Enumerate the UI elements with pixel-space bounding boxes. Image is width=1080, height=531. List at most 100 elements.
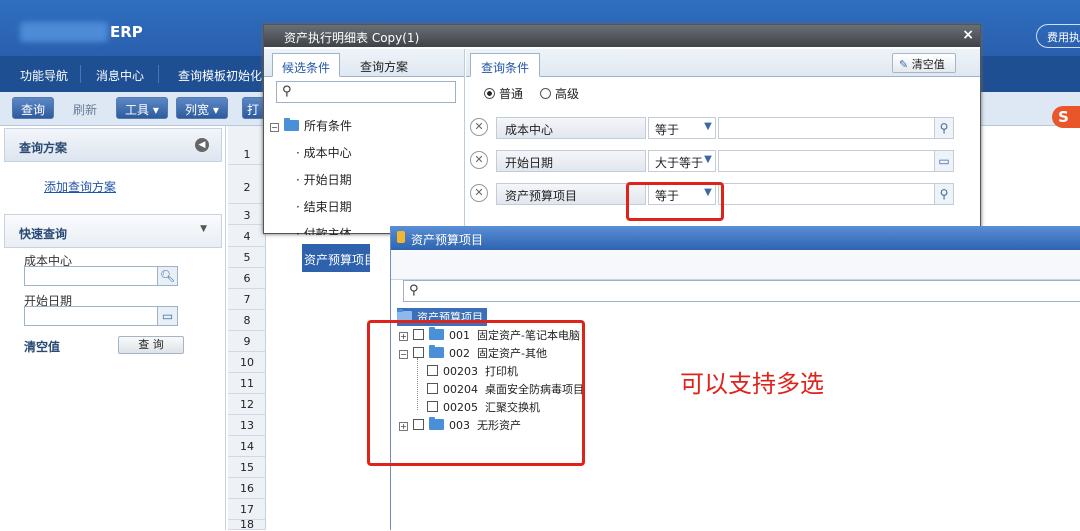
collapse-left-icon[interactable]: ◀: [195, 138, 209, 152]
collapse-icon[interactable]: −: [270, 123, 279, 132]
row-number: 12: [228, 394, 266, 415]
quick-query-button[interactable]: 查 询: [118, 336, 184, 354]
row-number: 13: [228, 415, 266, 436]
query-dialog: 资产执行明细表 Copy(1) × 候选条件 查询方案 ⚲ − 所有条件 · 成本…: [263, 24, 981, 235]
chevron-down-icon[interactable]: ▼: [698, 118, 718, 136]
query-button[interactable]: 查询: [12, 97, 55, 119]
tree-item-label: 开始日期: [303, 173, 352, 187]
ime-icon: S: [1052, 106, 1080, 128]
row-number: 11: [228, 373, 266, 394]
budget-search-input[interactable]: ⚲: [403, 280, 1080, 302]
row-number: 16: [228, 478, 266, 499]
highlight-box: [626, 182, 724, 221]
condition-value-input[interactable]: [718, 183, 938, 205]
mode-advanced-radio[interactable]: 高级: [540, 85, 579, 102]
mode-advanced-label: 高级: [555, 87, 580, 101]
calendar-icon[interactable]: ▭: [934, 150, 954, 172]
nav-divider: [158, 65, 159, 83]
chevron-down-icon[interactable]: ▼: [200, 224, 207, 234]
condition-row: ✕ 开始日期 大于等于 ▼ ▭: [470, 150, 954, 172]
row-number: 9: [228, 331, 266, 352]
condition-value-input[interactable]: [718, 150, 938, 172]
left-panel: 查询方案 ◀ 添加查询方案 快速查询 ▼ 成本中心 🔍︎ 开始日期 ▭ 清空值 …: [0, 126, 226, 530]
quick-query-title: 快速查询 ▼: [4, 214, 222, 248]
tools-button[interactable]: 工具 ▾: [116, 97, 168, 119]
condition-name: 成本中心: [496, 117, 646, 139]
query-plan-title-text: 查询方案: [19, 141, 68, 155]
row-number: 6: [228, 268, 266, 289]
tree-item-label: 资产预算项目: [304, 253, 370, 267]
row-number: 17: [228, 499, 266, 520]
search-icon[interactable]: ⚲: [934, 183, 954, 205]
clear-values-label: 清空值: [911, 58, 945, 71]
nav-divider: [80, 65, 81, 83]
tree-root-label: 所有条件: [304, 119, 353, 133]
condition-value-input[interactable]: [718, 117, 938, 139]
columns-button[interactable]: 列宽 ▾: [176, 97, 228, 119]
cost-center-input[interactable]: 🔍︎: [24, 266, 178, 286]
nav-item-template-init[interactable]: 查询模板初始化: [178, 67, 262, 84]
mode-normal-label: 普通: [499, 87, 524, 101]
close-icon[interactable]: ×: [962, 27, 974, 43]
search-icon: ⚲: [409, 283, 419, 298]
query-dialog-title: 资产执行明细表 Copy(1) ×: [264, 25, 980, 47]
tree-item-payer[interactable]: · 付款主体: [296, 225, 352, 235]
remove-condition-icon[interactable]: ✕: [470, 151, 488, 169]
tree-item-cost-center[interactable]: · 成本中心: [296, 144, 352, 161]
fee-button[interactable]: 费用执: [1036, 24, 1080, 48]
dialog-band: [391, 250, 1080, 280]
tree-item-label: 付款主体: [303, 227, 352, 235]
chevron-down-icon[interactable]: ▼: [698, 151, 718, 169]
tree-item-asset-budget-selected[interactable]: 资产预算项目: [302, 244, 370, 272]
search-icon[interactable]: ⚲: [934, 117, 954, 139]
quick-query-title-text: 快速查询: [19, 227, 68, 241]
row-number: 18: [228, 519, 266, 530]
row-number: 1: [228, 144, 266, 165]
tab-candidate[interactable]: 候选条件: [272, 53, 340, 77]
search-icon[interactable]: 🔍︎: [157, 267, 177, 285]
nav-item-function[interactable]: 功能导航: [20, 67, 68, 84]
tree-item-end-date[interactable]: · 结束日期: [296, 198, 352, 215]
tree-root[interactable]: − 所有条件: [270, 117, 352, 134]
row-number: 3: [228, 206, 266, 225]
clear-values-button[interactable]: ✎ 清空值: [892, 53, 956, 73]
clear-values-link[interactable]: 清空值: [24, 338, 60, 355]
condition-row: ✕ 成本中心 等于 ▼ ⚲: [470, 117, 954, 139]
calendar-icon[interactable]: ▭: [157, 307, 177, 325]
mode-normal-radio[interactable]: 普通: [484, 85, 523, 102]
row-number: 2: [228, 172, 266, 204]
query-dialog-title-text: 资产执行明细表 Copy(1): [284, 31, 420, 45]
tab-query-conditions[interactable]: 查询条件: [470, 53, 540, 77]
right-tabstrip: 查询条件 ✎ 清空值: [466, 49, 980, 77]
app-name: ERP: [110, 23, 143, 41]
left-tabstrip: 候选条件 查询方案: [264, 49, 464, 77]
condition-name: 资产预算项目: [496, 183, 646, 205]
folder-icon: [284, 118, 299, 131]
highlight-box: [367, 320, 585, 466]
annotation-text: 可以支持多选: [680, 370, 824, 398]
tab-query-plan[interactable]: 查询方案: [348, 53, 420, 77]
tree-item-label: 成本中心: [303, 146, 352, 160]
pane-divider: [464, 49, 465, 235]
app-icon: [397, 231, 405, 243]
remove-condition-icon[interactable]: ✕: [470, 118, 488, 136]
condition-search-input[interactable]: ⚲: [276, 81, 456, 103]
tree-item-label: 结束日期: [303, 200, 352, 214]
tree-item-start-date[interactable]: · 开始日期: [296, 171, 352, 188]
remove-condition-icon[interactable]: ✕: [470, 184, 488, 202]
operator-text: 大于等于: [655, 156, 704, 170]
nav-item-messages[interactable]: 消息中心: [96, 67, 144, 84]
condition-name: 开始日期: [496, 150, 646, 172]
budget-item-dialog-title: 资产预算项目: [391, 226, 1080, 250]
company-logo: [20, 22, 108, 42]
search-icon: ⚲: [282, 84, 292, 99]
start-date-input[interactable]: ▭: [24, 306, 178, 326]
row-number: 15: [228, 457, 266, 478]
row-number: 7: [228, 289, 266, 310]
budget-item-dialog-title-text: 资产预算项目: [411, 233, 484, 247]
row-number: 4: [228, 226, 266, 247]
query-plan-title: 查询方案 ◀: [4, 128, 222, 162]
add-query-plan-link[interactable]: 添加查询方案: [44, 178, 116, 195]
row-number: 5: [228, 247, 266, 268]
refresh-button[interactable]: 刷新: [64, 97, 106, 119]
